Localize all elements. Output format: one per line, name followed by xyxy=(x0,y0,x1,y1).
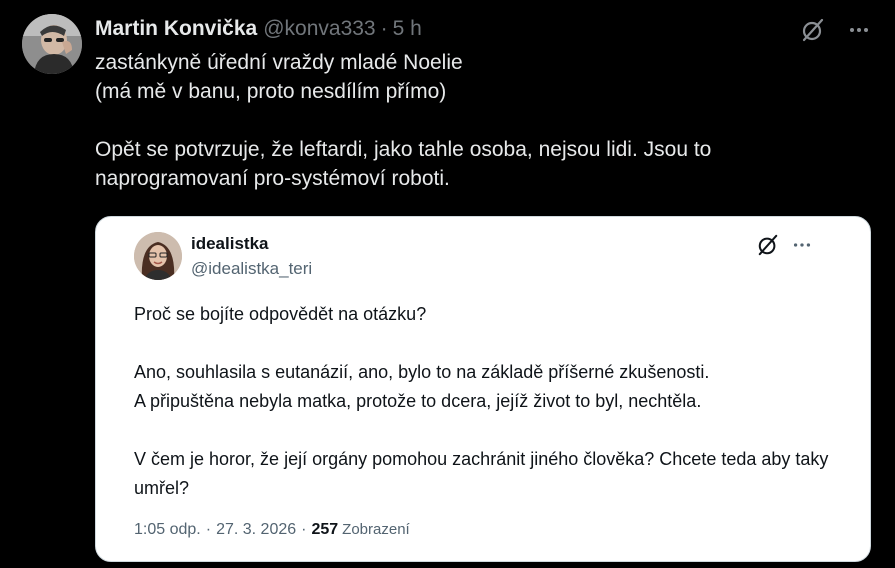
author-name[interactable]: Martin Konvička xyxy=(95,17,257,41)
more-dots-icon xyxy=(850,28,868,32)
grok-icon[interactable] xyxy=(799,16,827,44)
quoted-author-name[interactable]: idealistka xyxy=(191,234,269,254)
more-dots-icon xyxy=(793,243,811,247)
more-options-icon[interactable] xyxy=(790,233,814,257)
header-separator: · xyxy=(380,17,388,40)
tweet-view: Martin Konvička @konva333 · 5 h zastánky… xyxy=(0,0,895,568)
more-options-icon[interactable] xyxy=(845,16,873,44)
author-avatar[interactable] xyxy=(22,14,82,74)
author-handle[interactable]: @konva333 xyxy=(263,17,375,41)
quoted-tweet-meta: 1:05 odp. · 27. 3. 2026 · 257 Zobrazení xyxy=(134,521,410,539)
avatar-photo-icon xyxy=(134,232,182,280)
tweet-header: Martin Konvička @konva333 · 5 h xyxy=(95,16,422,42)
quoted-date[interactable]: 27. 3. 2026 xyxy=(216,521,296,539)
tweet-actions xyxy=(799,16,873,44)
tweet-text-line: (má mě v banu, proto nesdílím přímo) xyxy=(95,80,447,103)
grok-icon[interactable] xyxy=(756,233,780,257)
tweet-text-line: zastánkyně úřední vraždy mladé Noelie xyxy=(95,51,463,74)
quoted-author-handle[interactable]: @idealistka_teri xyxy=(191,259,312,279)
views-label: Zobrazení xyxy=(342,521,410,538)
quoted-text-line: Ano, souhlasila s eutanázií, ano, bylo t… xyxy=(134,362,710,382)
quoted-author-avatar[interactable] xyxy=(134,232,182,280)
quoted-tweet-actions xyxy=(756,233,814,257)
quoted-tweet-body: Proč se bojíte odpovědět na otázku? Ano,… xyxy=(134,300,834,503)
tweet-body: zastánkyně úřední vraždy mladé Noelie (m… xyxy=(95,48,865,193)
views-count: 257 xyxy=(311,521,339,538)
avatar-photo-icon xyxy=(22,14,82,74)
quoted-time[interactable]: 1:05 odp. xyxy=(134,521,201,539)
grok-icon-graphic xyxy=(802,18,824,42)
quoted-text-line: Proč se bojíte odpovědět na otázku? xyxy=(134,304,427,324)
tweet-timestamp[interactable]: 5 h xyxy=(393,17,422,41)
meta-separator: · xyxy=(205,521,212,538)
quoted-text-line: V čem je horor, že její orgány pomohou z… xyxy=(134,449,829,498)
quoted-text-line: A připuštěna nebyla matka, protože to dc… xyxy=(134,391,702,411)
grok-icon-graphic xyxy=(758,234,778,256)
quoted-tweet-card[interactable]: idealistka @idealistka_teri Proč se bojí… xyxy=(95,216,871,562)
tweet-text-line: Opět se potvrzuje, že leftardi, jako tah… xyxy=(95,138,712,190)
meta-separator: · xyxy=(301,521,307,538)
